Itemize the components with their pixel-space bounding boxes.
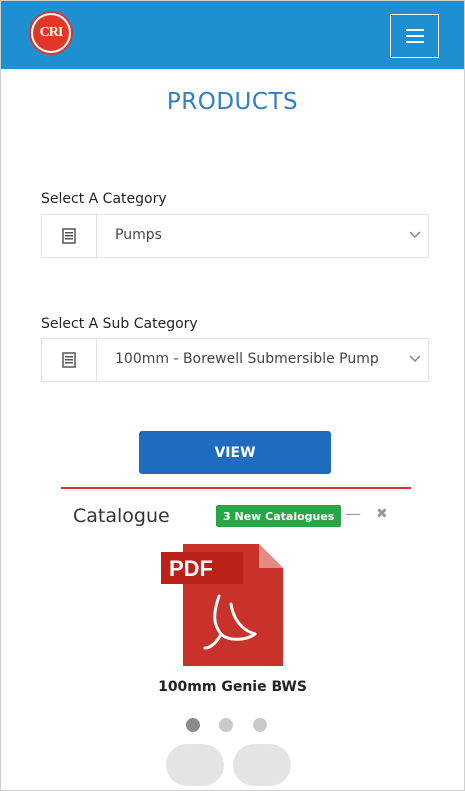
chevron-down-icon — [409, 355, 421, 363]
view-button[interactable]: VIEW — [139, 431, 331, 474]
subcategory-select[interactable]: 100mm - Borewell Submersible Pump — [41, 338, 429, 382]
menu-toggle-button[interactable] — [390, 14, 439, 58]
top-navbar: CRI — [1, 1, 464, 69]
subcategory-label: Select A Sub Category — [41, 316, 198, 332]
carousel-dot-2[interactable] — [219, 718, 233, 732]
category-label: Select A Category — [41, 191, 167, 207]
carousel-dot-1[interactable] — [186, 718, 200, 732]
carousel-prev-button[interactable] — [166, 744, 224, 786]
list-icon — [42, 339, 97, 381]
section-divider — [61, 487, 411, 489]
chevron-down-icon — [409, 231, 421, 239]
catalogue-title: Catalogue — [73, 505, 170, 527]
subcategory-value: 100mm - Borewell Submersible Pump — [115, 351, 379, 367]
pdf-file-icon[interactable]: PDF — [161, 544, 285, 666]
new-catalogues-badge: 3 New Catalogues — [216, 505, 342, 527]
app-frame: CRI PRODUCTS Select A Category Pumps Sel… — [0, 0, 465, 791]
close-icon[interactable]: ✖ — [376, 506, 388, 522]
brand-logo[interactable]: CRI — [29, 11, 73, 55]
page-title: PRODUCTS — [166, 89, 299, 115]
pdf-label: PDF — [169, 556, 213, 581]
category-value: Pumps — [115, 227, 162, 243]
carousel-dot-3[interactable] — [253, 718, 267, 732]
carousel-next-button[interactable] — [233, 744, 291, 786]
catalogue-file-name[interactable]: 100mm Genie BWS — [1, 679, 464, 695]
hamburger-icon — [405, 29, 424, 43]
category-select[interactable]: Pumps — [41, 214, 429, 258]
minus-icon[interactable]: — — [345, 504, 361, 523]
list-icon — [42, 215, 97, 257]
logo-text: CRI — [33, 15, 69, 51]
